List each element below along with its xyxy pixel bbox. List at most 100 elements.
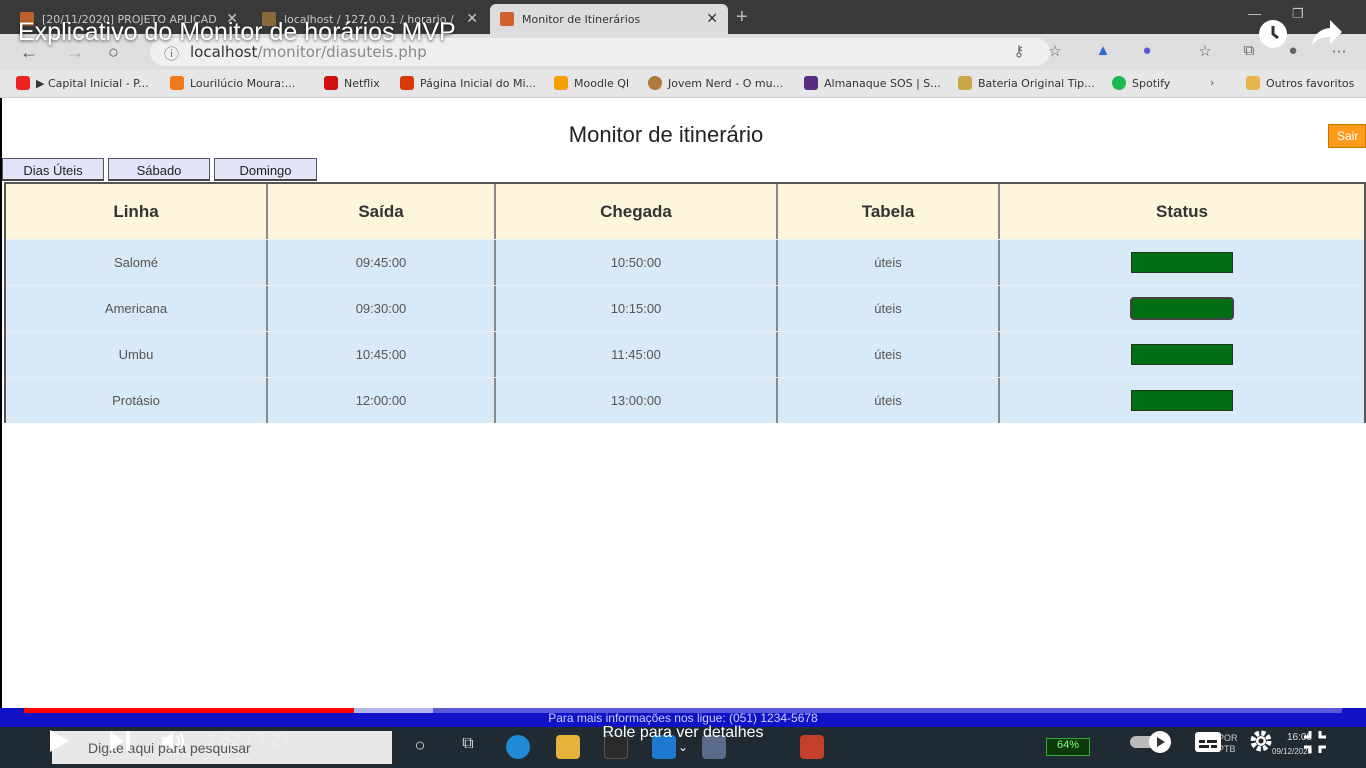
- cell-status: [1000, 378, 1364, 423]
- bookmark-label: Jovem Nerd - O mu...: [668, 76, 784, 90]
- share-icon[interactable]: [1310, 18, 1344, 52]
- bookmark-folder[interactable]: Outros favoritos: [1246, 76, 1354, 90]
- bookmark-label: Almanaque SOS | S...: [824, 76, 941, 90]
- status-button[interactable]: [1131, 390, 1233, 411]
- cell-saida: 09:45:00: [268, 240, 496, 285]
- tab-favicon-icon: [500, 12, 514, 26]
- table-row: Salomé 09:45:00 10:50:00 úteis: [6, 239, 1364, 285]
- header-status: Status: [1156, 201, 1208, 221]
- cell-status: [1000, 240, 1364, 285]
- play-icon[interactable]: [46, 728, 72, 759]
- cell-status: [1000, 332, 1364, 377]
- netflix-icon: [324, 76, 338, 90]
- progress-bar[interactable]: [24, 708, 1342, 713]
- tab-label: Monitor de Itinerários: [522, 12, 641, 26]
- cell-saida: 10:45:00: [268, 332, 496, 377]
- page-title: Monitor de itinerário: [568, 122, 764, 147]
- subtitles-icon[interactable]: [1194, 731, 1222, 758]
- battery-icon: [958, 76, 972, 90]
- bookmarks-bar: ▶ Capital Inicial - P... Lourilúcio Mour…: [0, 70, 1366, 98]
- bookmark-label: Bateria Original Tip...: [978, 76, 1095, 90]
- folder-icon: [1246, 76, 1260, 90]
- header-tabela: Tabela: [778, 184, 1000, 239]
- almanaque-icon: [804, 76, 818, 90]
- bookmark-item[interactable]: ▶ Capital Inicial - P...: [16, 76, 149, 90]
- exit-button[interactable]: Sair: [1328, 124, 1366, 148]
- status-button[interactable]: [1131, 252, 1233, 273]
- cell-saida: 09:30:00: [268, 286, 496, 331]
- bookmark-label: Spotify: [1132, 76, 1171, 90]
- star-icon[interactable]: ☆: [1046, 42, 1064, 60]
- cell-linha: Protásio: [6, 378, 268, 423]
- next-icon[interactable]: [108, 730, 132, 757]
- tab-sabado[interactable]: Sábado: [108, 158, 210, 181]
- tab-dias-uteis[interactable]: Dias Úteis: [2, 158, 104, 181]
- table-row: Protásio 12:00:00 13:00:00 úteis: [6, 377, 1364, 423]
- reading-list-icon[interactable]: ☆: [1196, 42, 1214, 60]
- cell-chegada: 11:45:00: [496, 332, 778, 377]
- header-saida: Saída: [268, 184, 496, 239]
- bookmark-label: Netflix: [344, 76, 380, 90]
- bookmark-label: Página Inicial do Mi...: [420, 76, 537, 90]
- close-tab-icon[interactable]: ✕: [466, 11, 478, 27]
- header-chegada: Chegada: [496, 184, 778, 239]
- cell-linha: Salomé: [6, 240, 268, 285]
- video-title[interactable]: Explicativo do Monitor de horários MVP: [18, 18, 456, 47]
- bookmark-item[interactable]: Jovem Nerd - O mu...: [648, 76, 783, 90]
- cell-status: [1000, 286, 1364, 331]
- browser-tab-monitor[interactable]: Monitor de Itinerários ✕: [490, 4, 728, 34]
- new-tab-icon[interactable]: +: [736, 6, 748, 29]
- cell-chegada: 10:15:00: [496, 286, 778, 331]
- autoplay-toggle[interactable]: [1128, 730, 1174, 759]
- header-linha: Linha: [6, 184, 268, 239]
- office-icon: [400, 76, 414, 90]
- status-button[interactable]: [1130, 297, 1234, 320]
- watch-later-icon[interactable]: [1256, 18, 1290, 52]
- page-content: Monitor de itinerário Sair Dias Úteis Sá…: [2, 98, 1366, 708]
- bookmark-label: Moodle QI: [574, 76, 630, 90]
- tab-domingo[interactable]: Domingo: [214, 158, 317, 181]
- cell-tabela: úteis: [778, 286, 1000, 331]
- table-row: Americana 09:30:00 10:15:00 úteis: [6, 285, 1364, 331]
- battery-indicator: 64%: [1046, 738, 1090, 756]
- extension-drive-icon[interactable]: ▲: [1094, 42, 1112, 60]
- cell-tabela: úteis: [778, 378, 1000, 423]
- bookmark-item[interactable]: Almanaque SOS | S...: [804, 76, 941, 90]
- bookmark-item[interactable]: Netflix: [324, 76, 380, 90]
- blogger-icon: [170, 76, 184, 90]
- cell-linha: Umbu: [6, 332, 268, 377]
- itinerary-table: Linha Saída Chegada Tabela Status Salomé…: [4, 182, 1366, 423]
- cell-tabela: úteis: [778, 332, 1000, 377]
- extension-circle-icon[interactable]: ●: [1138, 42, 1156, 60]
- scroll-hint[interactable]: Role para ver detalhes ⌄: [560, 724, 806, 754]
- bookmark-label: Outros favoritos: [1266, 76, 1355, 90]
- video-time: 1:52 / 7:27: [206, 730, 292, 750]
- chevron-down-icon: ⌄: [677, 740, 689, 754]
- edge-icon[interactable]: [506, 735, 530, 759]
- key-icon[interactable]: ⚷: [1010, 42, 1028, 60]
- spotify-icon: [1112, 76, 1126, 90]
- bookmark-item[interactable]: Lourilúcio Moura:...: [170, 76, 295, 90]
- maximize-icon[interactable]: ❐: [1292, 6, 1304, 22]
- task-view-icon[interactable]: ⧉: [456, 735, 480, 759]
- cell-chegada: 13:00:00: [496, 378, 778, 423]
- settings-icon[interactable]: [1248, 728, 1274, 759]
- volume-icon[interactable]: [160, 729, 186, 758]
- played-bar: [24, 708, 354, 713]
- bookmark-item[interactable]: Spotify: [1112, 76, 1170, 90]
- status-button[interactable]: [1131, 344, 1233, 365]
- cell-tabela: úteis: [778, 240, 1000, 285]
- table-header-row: Linha Saída Chegada Tabela Status: [6, 184, 1364, 239]
- bookmark-item[interactable]: Bateria Original Tip...: [958, 76, 1095, 90]
- cortana-icon[interactable]: ○: [408, 735, 432, 759]
- cell-linha: Americana: [6, 286, 268, 331]
- bookmarks-overflow-icon[interactable]: ›: [1210, 76, 1214, 89]
- bookmark-item[interactable]: Página Inicial do Mi...: [400, 76, 536, 90]
- cell-chegada: 10:50:00: [496, 240, 778, 285]
- youtube-icon: [16, 76, 30, 90]
- moodle-icon: [554, 76, 568, 90]
- bookmark-item[interactable]: Moodle QI: [554, 76, 629, 90]
- jovem-nerd-icon: [648, 76, 662, 90]
- exit-fullscreen-icon[interactable]: [1302, 729, 1328, 760]
- close-tab-icon[interactable]: ✕: [706, 11, 718, 27]
